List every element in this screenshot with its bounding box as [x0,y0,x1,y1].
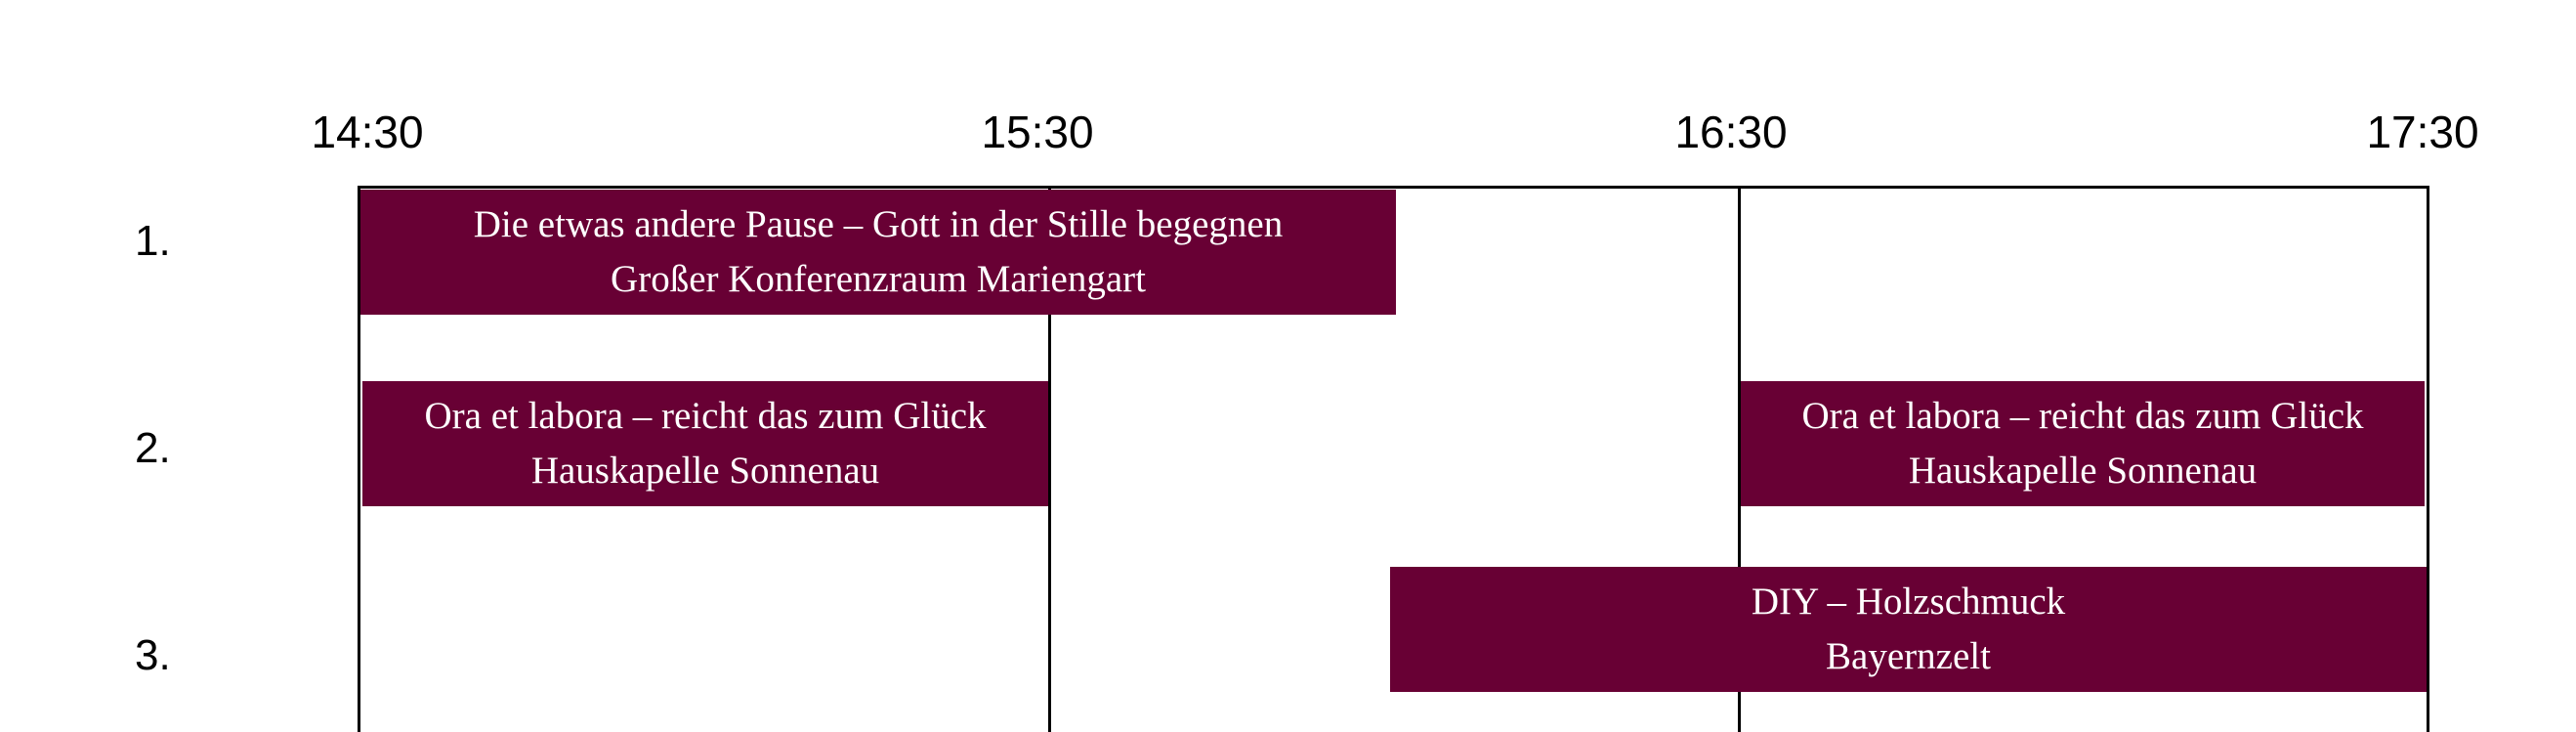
event-block-ora-et-labora-2[interactable]: Ora et labora – reicht das zum Glück Hau… [1741,381,2425,506]
event-title: Ora et labora – reicht das zum Glück [424,395,987,437]
event-title: Die etwas andere Pause – Gott in der Sti… [473,203,1284,245]
event-location: Bayernzelt [1826,635,1991,677]
row-label-2: 2. [135,424,171,472]
event-location: Großer Konferenzraum Mariengart [611,258,1146,300]
time-label-1730: 17:30 [2366,107,2479,157]
grid-line-1730 [2427,186,2429,732]
event-block-holzschmuck[interactable]: DIY – Holzschmuck Bayernzelt [1390,567,2427,692]
event-title: DIY – Holzschmuck [1751,581,2066,623]
time-label-1630: 16:30 [1674,107,1788,157]
event-block-ora-et-labora-1[interactable]: Ora et labora – reicht das zum Glück Hau… [362,381,1048,506]
event-title: Ora et labora – reicht das zum Glück [1801,395,2364,437]
row-label-3: 3. [135,631,171,679]
time-label-1430: 14:30 [311,107,424,157]
row-label-1: 1. [135,217,171,265]
event-block-stille[interactable]: Die etwas andere Pause – Gott in der Sti… [360,190,1396,315]
event-location: Hauskapelle Sonnenau [1908,450,2258,492]
time-label-1530: 15:30 [981,107,1094,157]
grid-top-line [358,186,2428,189]
event-location: Hauskapelle Sonnenau [530,450,880,492]
